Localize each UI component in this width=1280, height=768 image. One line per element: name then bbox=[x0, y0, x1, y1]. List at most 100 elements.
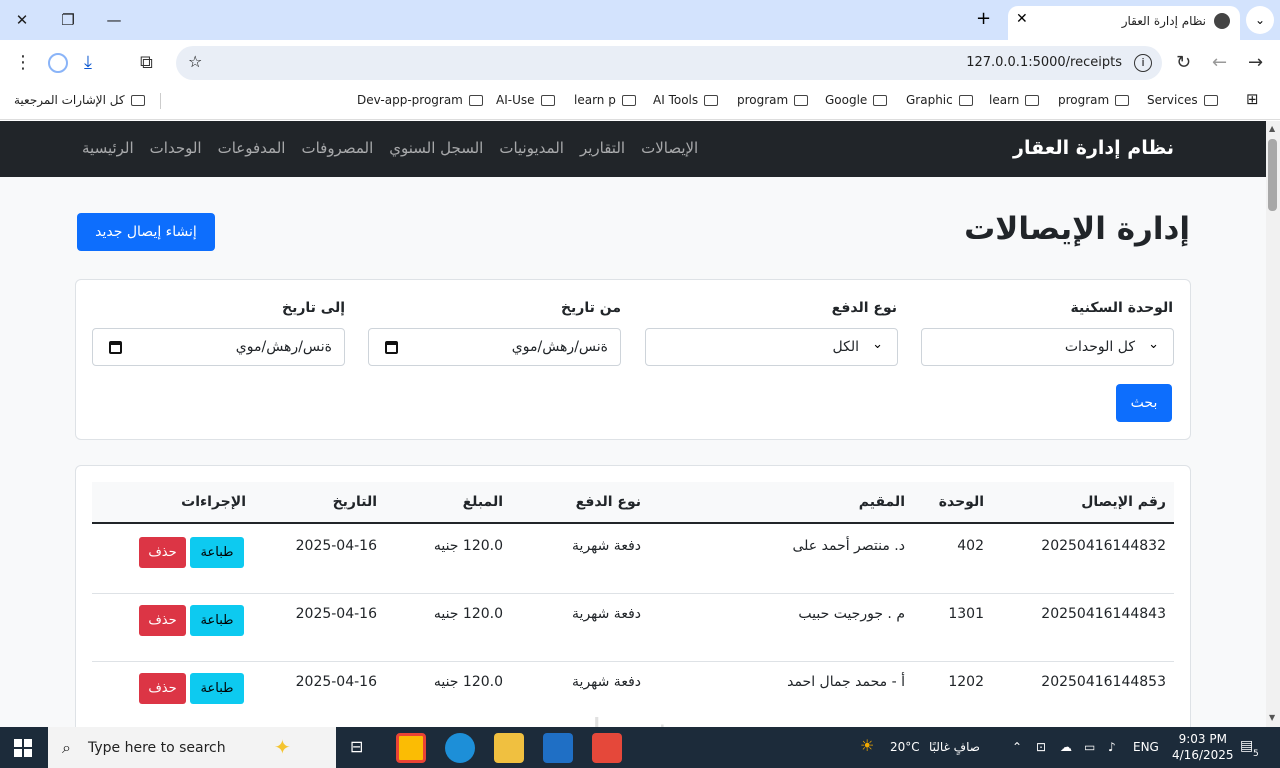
download-icon[interactable]: ⤓ bbox=[84, 52, 92, 73]
nav-debts[interactable]: المديونيات bbox=[499, 139, 564, 157]
minimize-window-icon[interactable]: — bbox=[101, 8, 127, 32]
folder-icon bbox=[468, 95, 483, 106]
date: 2025-04-16 bbox=[295, 606, 377, 622]
col-payment-type: نوع الدفع bbox=[575, 494, 641, 510]
payment-type: دفعة شهرية bbox=[572, 538, 641, 554]
network-icon[interactable]: ▭ bbox=[1084, 740, 1095, 754]
calendar-icon[interactable] bbox=[385, 341, 398, 354]
nav-units[interactable]: الوحدات bbox=[150, 139, 202, 157]
folder-icon bbox=[130, 95, 145, 106]
amount: 120.0 جنيه bbox=[433, 674, 503, 690]
col-actions: الإجراءات bbox=[181, 494, 246, 510]
unit-filter-label: الوحدة السكنية bbox=[1070, 300, 1173, 316]
from-date-input[interactable]: ةنس/رهش/موي bbox=[368, 328, 621, 366]
globe-icon bbox=[1214, 13, 1230, 29]
bookmark-learn-p[interactable]: learn p bbox=[574, 93, 636, 107]
receipt-number: 20250416144853 bbox=[1041, 674, 1166, 690]
payment-type: دفعة شهرية bbox=[572, 674, 641, 690]
delete-button[interactable]: حذف bbox=[139, 605, 186, 636]
nav-reports[interactable]: التقارير bbox=[580, 139, 625, 157]
close-tab-icon[interactable]: ✕ bbox=[1016, 11, 1028, 27]
chrome-icon[interactable] bbox=[396, 733, 426, 763]
page-scrollbar[interactable]: ▲ ▼ bbox=[1266, 121, 1280, 727]
menu-icon[interactable]: ⋮ bbox=[14, 52, 32, 73]
restore-window-icon[interactable]: ❐ bbox=[55, 8, 81, 32]
forward-icon[interactable]: ← bbox=[1212, 52, 1227, 73]
to-date-input[interactable]: ةنس/رهش/موي bbox=[92, 328, 345, 366]
print-button[interactable]: طباعة bbox=[190, 673, 244, 704]
col-receipt-number: رقم الإيصال bbox=[1081, 494, 1166, 510]
clock-time: 9:03 PM bbox=[1178, 732, 1227, 746]
amount: 120.0 جنيه bbox=[433, 606, 503, 622]
nav-annual-record[interactable]: السجل السنوي bbox=[389, 139, 483, 157]
print-button[interactable]: طباعة bbox=[190, 605, 244, 636]
close-window-icon[interactable]: ✕ bbox=[9, 8, 35, 32]
receipt-number: 20250416144843 bbox=[1041, 606, 1166, 622]
folder-icon bbox=[704, 95, 719, 106]
chevron-up-icon[interactable]: ⌃ bbox=[1012, 740, 1022, 754]
delete-button[interactable]: حذف bbox=[139, 673, 186, 704]
bookmark-google[interactable]: Google bbox=[825, 93, 888, 107]
bookmark-program[interactable]: program bbox=[1058, 93, 1130, 107]
task-view-icon[interactable]: ⊟ bbox=[350, 737, 363, 756]
reload-icon[interactable]: ↻ bbox=[1176, 52, 1191, 73]
extensions-icon[interactable]: ⧉ bbox=[140, 52, 153, 73]
address-bar[interactable]: ☆ 127.0.0.1:5000/receipts i bbox=[176, 46, 1162, 80]
payment-type-select[interactable]: ⌄ الكل bbox=[645, 328, 898, 366]
bookmarks-divider bbox=[160, 93, 161, 109]
search-button[interactable]: بحث bbox=[1116, 384, 1172, 422]
nav-receipts[interactable]: الإيصالات bbox=[641, 139, 698, 157]
browser-tab[interactable]: ✕ نظام إدارة العقار bbox=[1008, 6, 1240, 40]
apps-grid-icon[interactable]: ⊞ bbox=[1246, 90, 1259, 108]
folder-icon bbox=[1115, 95, 1130, 106]
scroll-thumb[interactable] bbox=[1268, 139, 1277, 211]
vscode-icon[interactable] bbox=[543, 733, 573, 763]
bookmark-learn[interactable]: learn bbox=[989, 93, 1040, 107]
app-brand[interactable]: نظام إدارة العقار bbox=[1013, 137, 1174, 159]
device-icon[interactable]: ⊡ bbox=[1036, 740, 1046, 754]
nav-expenses[interactable]: المصروفات bbox=[301, 139, 373, 157]
resident-name: م . جورجيت حبيب bbox=[798, 606, 905, 622]
language-indicator[interactable]: ENG bbox=[1133, 740, 1159, 754]
receipts-table-card: رقم الإيصال الوحدة المقيم نوع الدفع المب… bbox=[75, 465, 1191, 727]
folder-icon bbox=[873, 95, 888, 106]
back-icon[interactable]: → bbox=[1248, 52, 1263, 73]
bookmark-program-2[interactable]: program bbox=[737, 93, 809, 107]
volume-icon[interactable]: ♪ bbox=[1108, 740, 1116, 754]
calendar-icon[interactable] bbox=[109, 341, 122, 354]
folder-icon bbox=[1025, 95, 1040, 106]
tab-search-icon[interactable]: ⌄ bbox=[1246, 6, 1274, 34]
profile-icon[interactable] bbox=[48, 53, 68, 73]
bookmark-graphic[interactable]: Graphic bbox=[906, 93, 973, 107]
col-unit: الوحدة bbox=[938, 494, 984, 510]
file-explorer-icon[interactable] bbox=[494, 733, 524, 763]
scroll-down-icon[interactable]: ▼ bbox=[1269, 713, 1275, 722]
nav-home[interactable]: الرئيسية bbox=[82, 139, 134, 157]
unit-select[interactable]: ⌄ كل الوحدات bbox=[921, 328, 1174, 366]
bookmark-dev-app-program[interactable]: Dev-app-program bbox=[357, 93, 483, 107]
bookmark-ai-tools[interactable]: AI Tools bbox=[653, 93, 719, 107]
taskbar-clock[interactable]: 9:03 PM 4/16/2025 bbox=[1172, 731, 1234, 763]
edge-icon[interactable] bbox=[445, 733, 475, 763]
delete-button[interactable]: حذف bbox=[139, 537, 186, 568]
new-receipt-button[interactable]: إنشاء إيصال جديد bbox=[77, 213, 215, 251]
app-icon[interactable] bbox=[592, 733, 622, 763]
scroll-up-icon[interactable]: ▲ bbox=[1269, 124, 1275, 133]
site-info-icon[interactable]: i bbox=[1134, 54, 1152, 72]
bookmark-ai-use[interactable]: AI-Use bbox=[496, 93, 555, 107]
table-row: 20250416144843 1301 م . جورجيت حبيب دفعة… bbox=[92, 594, 1174, 662]
cloud-icon[interactable]: ☁ bbox=[1060, 740, 1072, 754]
taskbar-search[interactable]: ⌕ Type here to search ✦ bbox=[48, 727, 336, 768]
resident-name: د. منتصر أحمد على bbox=[792, 538, 906, 554]
bookmark-star-icon[interactable]: ☆ bbox=[188, 52, 202, 71]
windows-start-icon[interactable] bbox=[14, 739, 32, 757]
notifications-icon[interactable]: ▤ bbox=[1240, 738, 1253, 754]
url-text[interactable]: 127.0.0.1:5000/receipts bbox=[966, 55, 1122, 70]
weather-temp[interactable]: 20°C bbox=[890, 740, 920, 754]
weather-text[interactable]: صافٍ غالبًا bbox=[929, 740, 980, 754]
all-bookmarks[interactable]: كل الإشارات المرجعية bbox=[14, 93, 145, 107]
print-button[interactable]: طباعة bbox=[190, 537, 244, 568]
nav-payments[interactable]: المدفوعات bbox=[218, 139, 286, 157]
new-tab-icon[interactable]: + bbox=[976, 8, 991, 29]
bookmark-services[interactable]: Services bbox=[1147, 93, 1218, 107]
